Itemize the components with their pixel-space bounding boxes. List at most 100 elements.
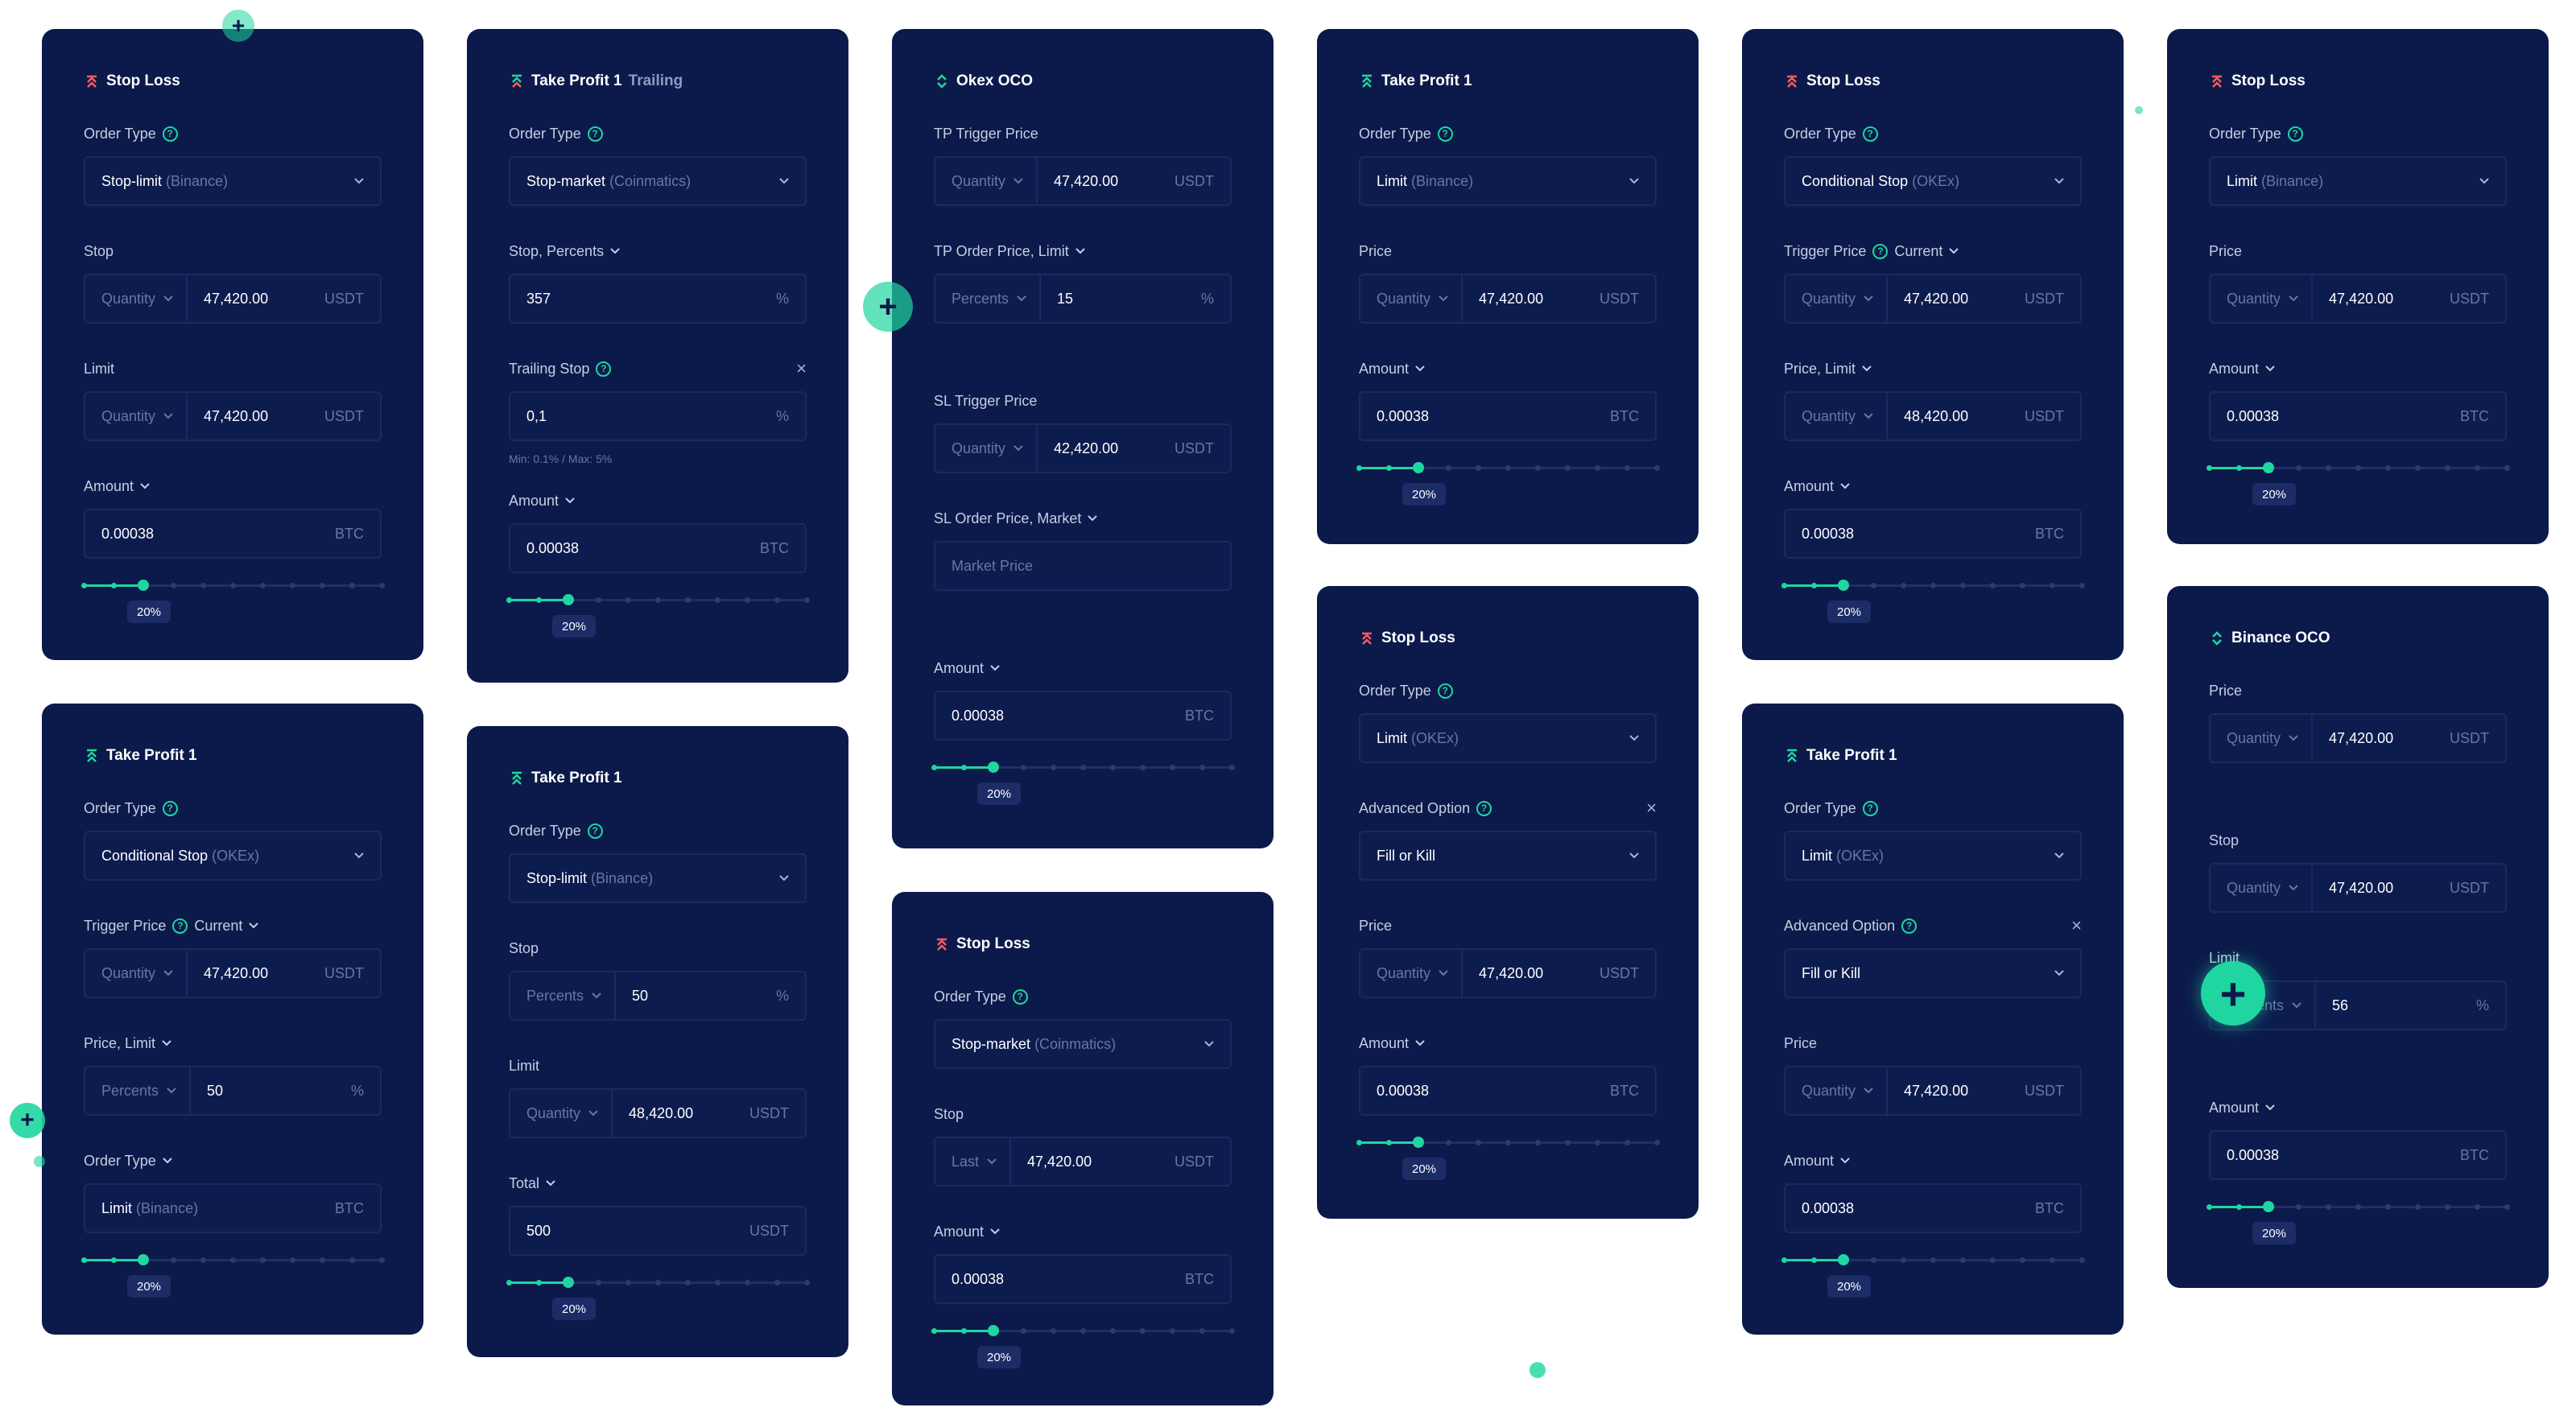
order-type-select[interactable]: Stop-limit (Binance) xyxy=(509,853,807,903)
slider-knob[interactable] xyxy=(138,580,149,591)
slider-knob[interactable] xyxy=(2263,1201,2274,1212)
slider-knob[interactable] xyxy=(1838,1254,1849,1265)
help-icon[interactable]: ? xyxy=(2287,126,2303,142)
input-value[interactable]: 0.00038 xyxy=(1802,526,2035,543)
order-type-input[interactable]: Limit (Binance) BTC xyxy=(84,1183,382,1233)
order-type-select[interactable]: Limit (Binance) xyxy=(1359,156,1657,206)
order-type-select[interactable]: Limit (OKEx) xyxy=(1359,713,1657,763)
input-value[interactable]: 0.00038 xyxy=(101,526,335,543)
input-value[interactable]: 47,420.00 xyxy=(2329,730,2450,747)
order-type-select[interactable]: Stop-limit (Binance) xyxy=(84,156,382,206)
amount-input[interactable]: 0.00038 BTC xyxy=(934,1254,1232,1304)
amount-slider[interactable]: 20% xyxy=(81,578,385,623)
input-value[interactable]: 47,420.00 xyxy=(1054,173,1174,190)
order-type-select[interactable]: Limit (Binance) xyxy=(2209,156,2507,206)
input-value[interactable]: 0.00038 xyxy=(1377,1083,1610,1100)
input-value[interactable]: 0.00038 xyxy=(952,708,1185,724)
input-value[interactable]: 48,420.00 xyxy=(629,1105,749,1122)
quantity-dropdown[interactable]: Quantity xyxy=(526,1090,613,1137)
help-icon[interactable]: ? xyxy=(172,918,188,934)
input-value[interactable]: 50 xyxy=(632,988,776,1005)
amount-slider[interactable]: 20% xyxy=(81,1253,385,1298)
quantity-dropdown[interactable]: Quantity xyxy=(2227,715,2314,761)
help-icon[interactable]: ? xyxy=(1437,126,1453,142)
quantity-dropdown[interactable]: Quantity xyxy=(1802,393,1889,440)
order-type-select[interactable]: Conditional Stop (OKEx) xyxy=(84,831,382,881)
trigger-price-input[interactable]: Quantity 47,420.00 USDT xyxy=(1784,274,2082,324)
quantity-dropdown[interactable]: Quantity xyxy=(101,950,188,997)
input-value[interactable]: 47,420.00 xyxy=(1479,291,1600,307)
input-value[interactable]: 50 xyxy=(207,1083,351,1100)
amount-label[interactable]: Amount xyxy=(1784,477,2082,496)
input-value[interactable]: 47,420.00 xyxy=(1479,965,1600,982)
input-value[interactable]: 47,420.00 xyxy=(204,965,324,982)
input-value[interactable]: 0.00038 xyxy=(2227,1147,2460,1164)
percents-dropdown[interactable]: Percents xyxy=(101,1067,192,1114)
price-input[interactable]: Quantity 47,420.00 USDT xyxy=(1784,1066,2082,1116)
slider-knob[interactable] xyxy=(2263,462,2274,473)
input-value[interactable]: 56 xyxy=(2332,997,2476,1014)
amount-label[interactable]: Amount xyxy=(1359,359,1657,378)
slider-knob[interactable] xyxy=(988,761,999,773)
amount-input[interactable]: 0.00038 BTC xyxy=(1784,1183,2082,1233)
input-value[interactable]: 0.00038 xyxy=(952,1271,1185,1288)
amount-slider[interactable]: 20% xyxy=(506,1275,810,1320)
amount-slider[interactable]: 20% xyxy=(1356,460,1660,506)
input-value[interactable]: 0.00038 xyxy=(526,540,760,557)
help-icon[interactable]: ? xyxy=(1862,800,1878,816)
price-input[interactable]: Quantity 47,420.00 USDT xyxy=(1359,948,1657,998)
percents-dropdown[interactable]: Percents xyxy=(526,972,617,1019)
advanced-option-select[interactable]: Fill or Kill xyxy=(1359,831,1657,881)
stop-input[interactable]: Last 47,420.00 USDT xyxy=(934,1137,1232,1187)
help-icon[interactable]: ? xyxy=(1437,683,1453,699)
amount-input[interactable]: 0.00038 BTC xyxy=(509,523,807,573)
price-limit-input[interactable]: Percents 50% xyxy=(84,1066,382,1116)
limit-input[interactable]: Quantity 47,420.00 USDT xyxy=(84,391,382,441)
order-type-select[interactable]: Stop-market (Coinmatics) xyxy=(509,156,807,206)
quantity-dropdown[interactable]: Quantity xyxy=(952,158,1038,204)
amount-slider[interactable]: 20% xyxy=(2207,460,2510,506)
amount-slider[interactable]: 20% xyxy=(1781,1253,2085,1298)
amount-input[interactable]: 0.00038 BTC xyxy=(84,509,382,559)
quantity-dropdown[interactable]: Quantity xyxy=(1802,1067,1889,1114)
slider-knob[interactable] xyxy=(1413,462,1424,473)
tp-order-price-input[interactable]: Percents 15% xyxy=(934,274,1232,324)
amount-slider[interactable]: 20% xyxy=(1356,1135,1660,1180)
help-icon[interactable]: ? xyxy=(1012,988,1028,1005)
input-value[interactable]: 47,420.00 xyxy=(2329,880,2450,897)
input-value[interactable]: 0,1 xyxy=(526,408,776,425)
limit-input[interactable]: Quantity 48,420.00 USDT xyxy=(509,1088,807,1138)
input-value[interactable]: 500 xyxy=(526,1223,749,1240)
input-value[interactable]: 357 xyxy=(526,291,776,307)
slider-knob[interactable] xyxy=(563,594,574,605)
amount-label[interactable]: Amount xyxy=(934,658,1232,678)
price-input[interactable]: Quantity 47,420.00 USDT xyxy=(2209,274,2507,324)
price-limit-label[interactable]: Price, Limit xyxy=(84,1034,382,1053)
quantity-dropdown[interactable]: Quantity xyxy=(101,393,188,440)
help-icon[interactable]: ? xyxy=(587,126,603,142)
quantity-dropdown[interactable]: Quantity xyxy=(101,275,188,322)
tp-trigger-price-input[interactable]: Quantity 47,420.00 USDT xyxy=(934,156,1232,206)
price-input[interactable]: Quantity 47,420.00 USDT xyxy=(1359,274,1657,324)
amount-input[interactable]: 0.00038 BTC xyxy=(1784,509,2082,559)
help-icon[interactable]: ? xyxy=(587,823,603,839)
price-limit-label[interactable]: Price, Limit xyxy=(1784,359,2082,378)
order-type-label-2[interactable]: Order Type xyxy=(84,1151,382,1170)
help-icon[interactable]: ? xyxy=(596,361,612,377)
current-dropdown[interactable]: Current xyxy=(194,918,242,935)
amount-input[interactable]: 0.00038 BTC xyxy=(2209,1130,2507,1180)
help-icon[interactable]: ? xyxy=(1476,800,1492,816)
stop-input[interactable]: Quantity 47,420.00 USDT xyxy=(2209,863,2507,913)
trailing-stop-input[interactable]: 0,1% xyxy=(509,391,807,441)
order-type-select[interactable]: Limit (OKEx) xyxy=(1784,831,2082,881)
input-value[interactable]: 47,420.00 xyxy=(1904,291,2025,307)
order-type-select[interactable]: Conditional Stop (OKEx) xyxy=(1784,156,2082,206)
stop-input[interactable]: Quantity 47,420.00 USDT xyxy=(84,274,382,324)
amount-label[interactable]: Amount xyxy=(2209,359,2507,378)
slider-knob[interactable] xyxy=(138,1254,149,1265)
input-value[interactable]: 47,420.00 xyxy=(1904,1083,2025,1100)
sl-trigger-price-input[interactable]: Quantity 42,420.00 USDT xyxy=(934,423,1232,473)
input-value[interactable]: 47,420.00 xyxy=(204,408,324,425)
quantity-dropdown[interactable]: Quantity xyxy=(952,425,1038,472)
amount-label[interactable]: Amount xyxy=(1784,1151,2082,1170)
